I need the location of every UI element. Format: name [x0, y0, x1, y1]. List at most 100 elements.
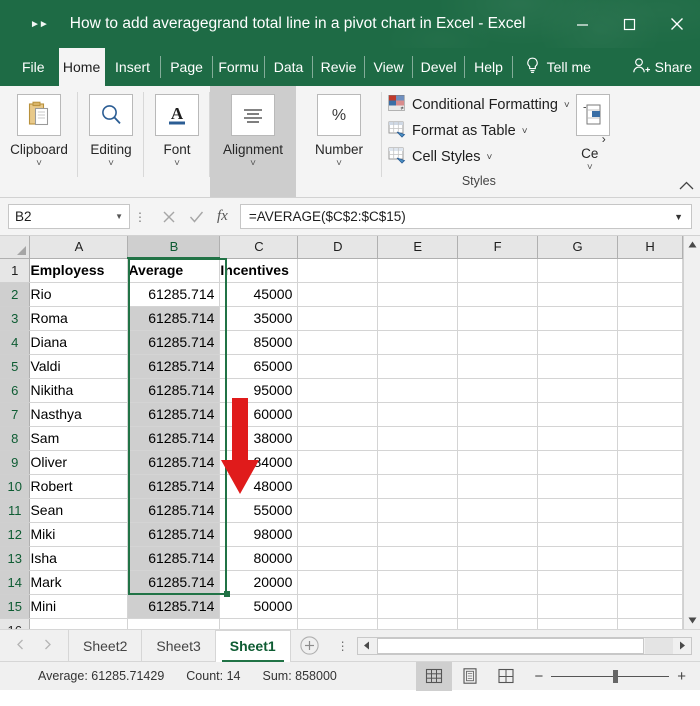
ribbon-group-editing[interactable]: Editing ˅ — [78, 86, 144, 197]
zoom-slider[interactable] — [551, 676, 669, 677]
chevron-down-icon[interactable]: ˅ — [336, 159, 342, 169]
cell-e8[interactable] — [378, 426, 458, 450]
cell-a2[interactable]: Rio — [30, 282, 128, 306]
cell-f3[interactable] — [458, 306, 538, 330]
cell-c13[interactable]: 80000 — [220, 546, 298, 570]
cell-h8[interactable] — [618, 426, 683, 450]
select-all-corner[interactable] — [0, 236, 30, 258]
column-header-a[interactable]: A — [30, 236, 128, 258]
chevron-down-icon[interactable]: ˅ — [174, 159, 180, 169]
row-header-15[interactable]: 15 — [0, 594, 30, 618]
cell-f15[interactable] — [458, 594, 538, 618]
cell-h9[interactable] — [618, 450, 683, 474]
cell-b4[interactable]: 61285.714 — [128, 330, 220, 354]
cell-d16[interactable] — [298, 618, 378, 629]
row-header-16[interactable]: 16 — [0, 618, 30, 629]
cell-f12[interactable] — [458, 522, 538, 546]
cell-f6[interactable] — [458, 378, 538, 402]
cell-b15[interactable]: 61285.714 — [128, 594, 220, 618]
cell-a15[interactable]: Mini — [30, 594, 128, 618]
quick-access-toolbar-chevron-icon[interactable]: ►► — [30, 19, 48, 30]
cell-g7[interactable] — [538, 402, 618, 426]
cell-b13[interactable]: 61285.714 — [128, 546, 220, 570]
row-header-1[interactable]: 1 — [0, 258, 30, 282]
cell-f11[interactable] — [458, 498, 538, 522]
format-as-table-button[interactable]: Format as Table ˅ — [388, 118, 570, 144]
cell-b9[interactable]: 61285.714 — [128, 450, 220, 474]
chevron-down-icon[interactable]: ˅ — [36, 159, 42, 169]
cell-g13[interactable] — [538, 546, 618, 570]
cell-a9[interactable]: Oliver — [30, 450, 128, 474]
cancel-x-icon[interactable] — [162, 210, 176, 224]
cell-d13[interactable] — [298, 546, 378, 570]
confirm-check-icon[interactable] — [189, 210, 204, 224]
cell-b7[interactable]: 61285.714 — [128, 402, 220, 426]
cell-h11[interactable] — [618, 498, 683, 522]
cell-h10[interactable] — [618, 474, 683, 498]
cell-f8[interactable] — [458, 426, 538, 450]
ribbon-group-cells[interactable]: Ce ˅ › — [570, 86, 610, 197]
chevron-down-icon[interactable]: ˅ — [587, 163, 593, 173]
column-header-b[interactable]: B — [128, 236, 220, 258]
nav-prev-icon[interactable] — [16, 639, 25, 653]
row-header-10[interactable]: 10 — [0, 474, 30, 498]
cell-d11[interactable] — [298, 498, 378, 522]
cell-c1[interactable]: Incentives — [220, 258, 298, 282]
cell-c12[interactable]: 98000 — [220, 522, 298, 546]
cell-a5[interactable]: Valdi — [30, 354, 128, 378]
chevron-down-icon[interactable]: ▼ — [115, 212, 123, 221]
cell-d9[interactable] — [298, 450, 378, 474]
cell-b1[interactable]: Average — [128, 258, 220, 282]
cell-h12[interactable] — [618, 522, 683, 546]
cell-g14[interactable] — [538, 570, 618, 594]
cell-e7[interactable] — [378, 402, 458, 426]
chevron-down-icon[interactable]: ˅ — [487, 152, 493, 163]
tab-home[interactable]: Home — [59, 48, 105, 86]
ribbon-group-clipboard[interactable]: Clipboard ˅ — [0, 86, 78, 197]
row-header-14[interactable]: 14 — [0, 570, 30, 594]
cell-g16[interactable] — [538, 618, 618, 629]
row-header-2[interactable]: 2 — [0, 282, 30, 306]
cell-g5[interactable] — [538, 354, 618, 378]
tab-file[interactable]: File — [0, 48, 59, 86]
cell-e6[interactable] — [378, 378, 458, 402]
cell-b3[interactable]: 61285.714 — [128, 306, 220, 330]
cell-a6[interactable]: Nikitha — [30, 378, 128, 402]
row-header-7[interactable]: 7 — [0, 402, 30, 426]
row-header-9[interactable]: 9 — [0, 450, 30, 474]
row-header-5[interactable]: 5 — [0, 354, 30, 378]
sheet-tab-sheet1[interactable]: Sheet1 — [215, 630, 291, 662]
cell-b6[interactable]: 61285.714 — [128, 378, 220, 402]
chevron-down-icon[interactable]: ˅ — [250, 159, 256, 169]
ribbon-group-number[interactable]: % Number ˅ — [296, 86, 382, 197]
row-header-11[interactable]: 11 — [0, 498, 30, 522]
cell-e5[interactable] — [378, 354, 458, 378]
cell-g4[interactable] — [538, 330, 618, 354]
cell-h3[interactable] — [618, 306, 683, 330]
cells-overflow-chevron-icon[interactable]: › — [602, 132, 606, 146]
cell-b8[interactable]: 61285.714 — [128, 426, 220, 450]
page-layout-view-icon[interactable] — [452, 662, 488, 691]
column-header-c[interactable]: C — [220, 236, 298, 258]
zoom-control[interactable]: − + — [524, 668, 700, 685]
cell-f9[interactable] — [458, 450, 538, 474]
cell-h6[interactable] — [618, 378, 683, 402]
column-header-e[interactable]: E — [378, 236, 458, 258]
conditional-formatting-button[interactable]: ≠ Conditional Formatting ˅ — [388, 92, 570, 118]
cell-d8[interactable] — [298, 426, 378, 450]
maximize-icon[interactable] — [606, 0, 653, 48]
cell-e1[interactable] — [378, 258, 458, 282]
cell-a8[interactable]: Sam — [30, 426, 128, 450]
cell-h13[interactable] — [618, 546, 683, 570]
sheet-tab-sheet2[interactable]: Sheet2 — [68, 630, 141, 662]
row-header-6[interactable]: 6 — [0, 378, 30, 402]
cell-g3[interactable] — [538, 306, 618, 330]
cell-g9[interactable] — [538, 450, 618, 474]
cell-e10[interactable] — [378, 474, 458, 498]
row-header-12[interactable]: 12 — [0, 522, 30, 546]
row-header-13[interactable]: 13 — [0, 546, 30, 570]
ribbon-group-font[interactable]: A Font ˅ — [144, 86, 210, 197]
tab-formulas[interactable]: Formu — [213, 48, 265, 86]
cell-f2[interactable] — [458, 282, 538, 306]
tab-insert[interactable]: Insert — [105, 48, 161, 86]
